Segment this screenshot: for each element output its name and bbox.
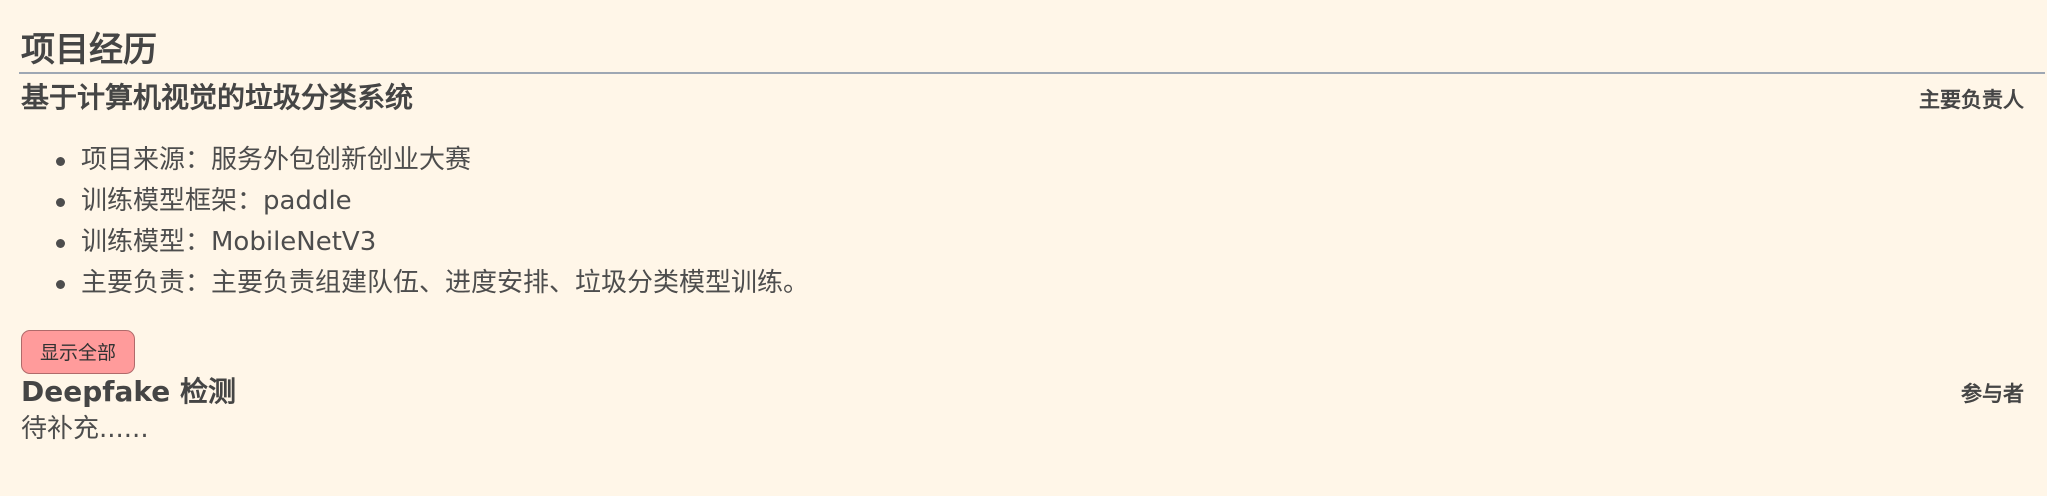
bullet-icon (56, 157, 65, 166)
project-garbage-classification: 基于计算机视觉的垃圾分类系统 主要负责人 项目来源：服务外包创新创业大赛 训练模… (21, 78, 2024, 374)
section-title: 项目经历 (21, 30, 157, 70)
project-header: Deepfake 检测 参与者 (21, 372, 2024, 412)
list-item: 训练模型：MobileNetV3 (56, 222, 2024, 263)
detail-text: 主要负责：主要负责组建队伍、进度安排、垃圾分类模型训练。 (81, 268, 810, 298)
project-role: 主要负责人 (1919, 88, 2024, 112)
detail-text: 训练模型：MobileNetV3 (81, 227, 377, 257)
project-title: Deepfake 检测 (21, 375, 236, 408)
bullet-icon (56, 239, 65, 248)
section-divider (19, 72, 2045, 74)
bullet-icon (56, 280, 65, 289)
list-item: 项目来源：服务外包创新创业大赛 (56, 140, 2024, 181)
project-title: 基于计算机视觉的垃圾分类系统 (21, 81, 414, 114)
show-all-button[interactable]: 显示全部 (21, 330, 136, 374)
list-item: 训练模型框架：paddle (56, 181, 2024, 222)
project-role: 参与者 (1961, 382, 2024, 406)
detail-text: 训练模型框架：paddle (81, 186, 352, 216)
detail-text: 项目来源：服务外包创新创业大赛 (81, 145, 472, 175)
resume-page: 项目经历 基于计算机视觉的垃圾分类系统 主要负责人 项目来源：服务外包创新创业大… (19, 0, 2045, 446)
project-deepfake-detection: Deepfake 检测 参与者 待补充...... (21, 372, 2024, 446)
project-details-list: 项目来源：服务外包创新创业大赛 训练模型框架：paddle 训练模型：Mobil… (21, 140, 2024, 304)
bullet-icon (56, 198, 65, 207)
list-item: 主要负责：主要负责组建队伍、进度安排、垃圾分类模型训练。 (56, 263, 2024, 304)
project-description: 待补充...... (21, 414, 149, 444)
project-header: 基于计算机视觉的垃圾分类系统 主要负责人 (21, 78, 2024, 118)
